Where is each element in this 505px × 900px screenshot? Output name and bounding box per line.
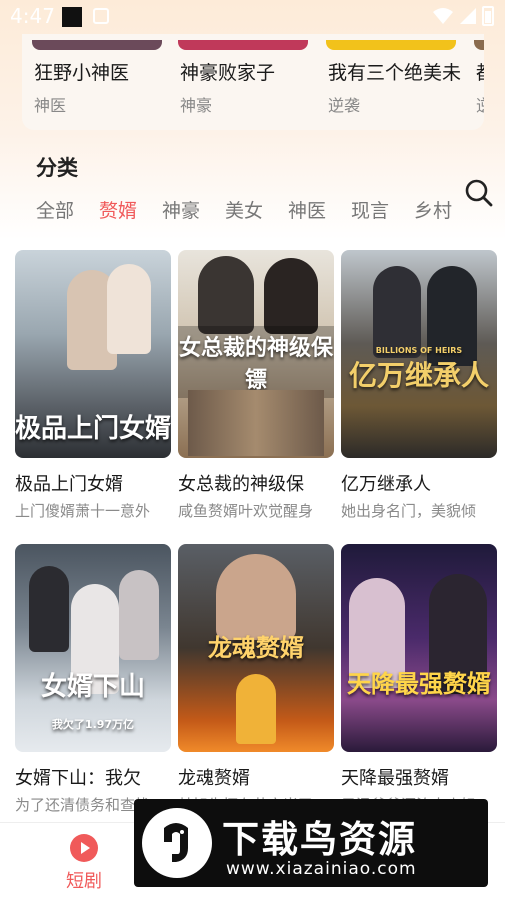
drama-poster: 亿万继承人 BILLIONS OF HEIRS bbox=[341, 250, 497, 458]
wifi-icon bbox=[433, 8, 453, 24]
nav-label: 短剧 bbox=[66, 871, 102, 892]
app-notification-icon bbox=[93, 8, 109, 24]
recommend-poster-edge bbox=[474, 40, 484, 50]
battery-icon bbox=[482, 6, 494, 26]
poster-title: 亿万继承人 bbox=[348, 359, 489, 392]
drama-desc: 她出身名门，美貌倾 bbox=[341, 502, 477, 520]
play-circle-icon bbox=[70, 834, 98, 862]
drama-poster: 女婿下山 我欠了1.97万亿 bbox=[15, 544, 171, 752]
poster-subtitle: BILLIONS OF HEIRS bbox=[375, 346, 463, 355]
status-bar: 4:47 bbox=[0, 0, 505, 34]
status-time: 4:47 bbox=[10, 4, 55, 28]
tab-all[interactable]: 全部 bbox=[36, 196, 74, 223]
poster-title: 天降最强赘婿 bbox=[347, 670, 491, 698]
poster-figure bbox=[198, 256, 254, 334]
bird-icon bbox=[164, 823, 188, 862]
watermark-title: 下载鸟资源 bbox=[222, 818, 417, 861]
recommend-tag: 神医 bbox=[34, 96, 67, 115]
category-heading: 分类 bbox=[36, 156, 78, 180]
recommend-item[interactable]: 神豪败家子 神豪 bbox=[168, 34, 308, 130]
drama-poster: 极品上门女婿 bbox=[15, 250, 171, 458]
recommend-poster-edge bbox=[326, 40, 456, 50]
recommend-poster-edge bbox=[178, 40, 308, 50]
poster-figure bbox=[119, 570, 159, 660]
drama-poster: 龙魂赘婿 bbox=[178, 544, 334, 752]
recommend-tag: 神豪 bbox=[180, 96, 213, 115]
tab-xiangcun[interactable]: 乡村 bbox=[414, 196, 452, 223]
tab-meinv[interactable]: 美女 bbox=[225, 196, 263, 223]
recommend-title: 神豪败家子 bbox=[180, 62, 276, 84]
drama-title: 极品上门女婿 bbox=[15, 474, 123, 495]
recommend-title: 狂野小神医 bbox=[34, 62, 130, 84]
recommend-tag: 逆袭 bbox=[328, 96, 361, 115]
tab-shenhao[interactable]: 神豪 bbox=[162, 196, 200, 223]
poster-title: 极品上门女婿 bbox=[15, 414, 171, 444]
recommend-poster-edge bbox=[32, 40, 162, 50]
drama-desc: 咸鱼赘婿叶欢觉醒身 bbox=[178, 502, 314, 520]
poster-title: 女婿下山 bbox=[40, 672, 145, 702]
recommend-item[interactable]: 狂野小神医 神医 bbox=[22, 34, 162, 130]
tab-xianyan[interactable]: 现言 bbox=[351, 196, 389, 223]
watermark-overlay: 下载鸟资源 www.xiazainiao.com bbox=[134, 799, 488, 887]
recommend-item[interactable]: 都 逆 bbox=[464, 34, 484, 130]
category-tabs: 全部 赘婿 神豪 美女 神医 现言 乡村 bbox=[24, 196, 464, 224]
poster-title: 女总裁的神级保镖 bbox=[178, 326, 334, 398]
drama-title: 女婿下山：我欠 bbox=[15, 768, 141, 789]
poster-figure bbox=[373, 266, 421, 358]
drama-desc: 上门傻婿萧十一意外 bbox=[15, 502, 151, 520]
poster-subtitle: 我欠了1.97万亿 bbox=[51, 718, 135, 731]
poster-figure bbox=[107, 264, 151, 354]
poster-figure bbox=[29, 566, 69, 652]
notification-icon bbox=[62, 7, 82, 27]
watermark-logo bbox=[142, 808, 212, 878]
tab-shenyi[interactable]: 神医 bbox=[288, 196, 326, 223]
drama-title: 女总裁的神级保 bbox=[178, 474, 304, 495]
signal-icon bbox=[460, 8, 476, 24]
watermark-url: www.xiazainiao.com bbox=[226, 859, 417, 879]
recommend-title: 都 bbox=[476, 58, 484, 85]
drama-poster: 天降最强赘婿 bbox=[341, 544, 497, 752]
recommend-row: 狂野小神医 神医 神豪败家子 神豪 我有三个绝美未 逆袭 都 逆 bbox=[22, 34, 484, 130]
poster-cast bbox=[188, 390, 324, 456]
drama-title: 亿万继承人 bbox=[341, 474, 431, 495]
drama-title: 天降最强赘婿 bbox=[341, 768, 449, 789]
recommend-item[interactable]: 我有三个绝美未 逆袭 bbox=[316, 34, 461, 130]
drama-title: 龙魂赘婿 bbox=[178, 768, 250, 789]
recommend-title: 我有三个绝美未 bbox=[328, 62, 462, 84]
recommend-tag: 逆 bbox=[476, 92, 484, 116]
nav-item-shortdrama[interactable]: 短剧 bbox=[49, 833, 119, 893]
search-icon[interactable] bbox=[464, 178, 494, 208]
drama-poster: 女总裁的神级保镖 bbox=[178, 250, 334, 458]
tab-zhuixu[interactable]: 赘婿 bbox=[99, 196, 137, 223]
poster-figure bbox=[264, 258, 318, 334]
poster-figure bbox=[236, 674, 276, 744]
poster-title: 龙魂赘婿 bbox=[208, 634, 304, 662]
